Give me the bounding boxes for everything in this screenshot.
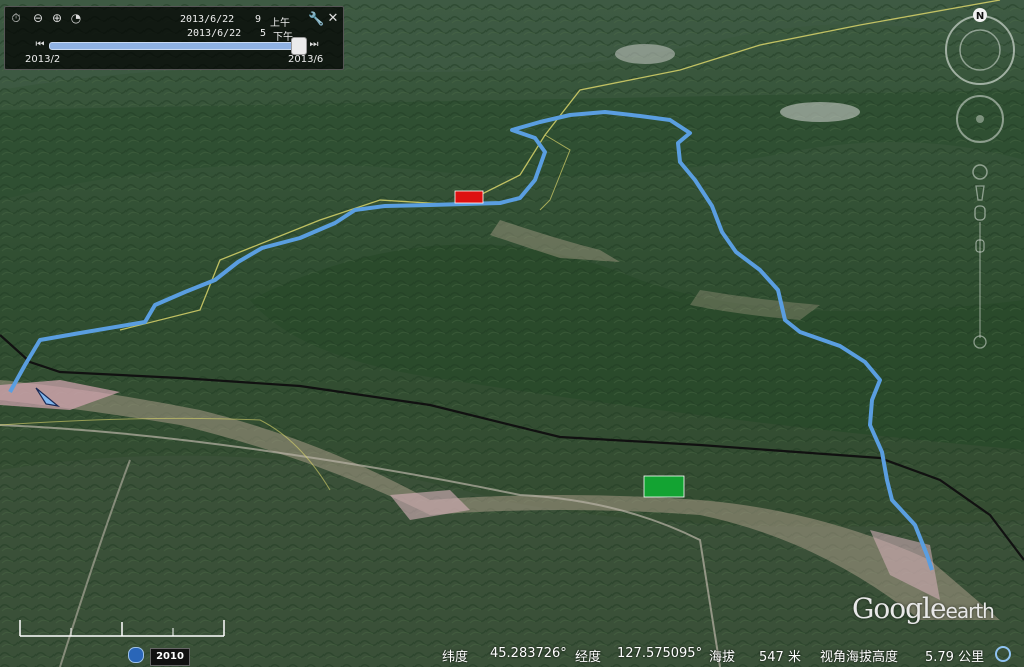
end-hour: 5 — [260, 28, 267, 39]
streaming-indicator-icon — [995, 646, 1011, 662]
watermark-product: earth — [945, 599, 995, 623]
compass-control[interactable]: N — [942, 6, 1018, 86]
altitude-label: 海拔 — [709, 650, 736, 665]
end-date: 2013/6/22 — [187, 28, 242, 39]
watermark-brand: Google — [852, 592, 947, 625]
time-slider-panel: ⏱ ⊖ ⊕ ◔ 2013/6/22 9 上午 2013/6/22 5 下午 🔧 … — [4, 6, 344, 70]
range-start-label: 2013/2 — [25, 54, 61, 65]
imagery-date-icon — [128, 647, 144, 663]
north-label: N — [976, 11, 984, 22]
scale-bar — [19, 620, 225, 637]
latitude-label: 纬度 — [442, 650, 469, 665]
longitude-value: 127.575095° — [617, 646, 703, 661]
start-date: 2013/6/22 — [180, 14, 235, 25]
terrain-view[interactable] — [0, 0, 1024, 667]
google-earth-watermark: Googleearth — [852, 592, 995, 625]
zoom-out-time-icon[interactable]: ⊖ — [31, 11, 45, 25]
zoom-slider[interactable] — [970, 160, 990, 350]
start-hour: 9 — [255, 14, 262, 25]
close-icon[interactable]: ✕ — [326, 12, 340, 26]
range-end-label: 2013/6 — [288, 54, 324, 65]
skip-back-icon[interactable]: ⏮ — [33, 38, 47, 52]
zoom-in-time-icon[interactable]: ⊕ — [50, 11, 64, 25]
start-marker — [454, 190, 484, 204]
look-control[interactable] — [955, 94, 1005, 144]
end-period: 下午 — [273, 32, 293, 43]
end-marker — [643, 475, 685, 498]
eye-altitude-label: 视角海拔高度 — [820, 650, 899, 665]
time-settings-icon[interactable]: ◔ — [69, 11, 83, 25]
time-slider-track[interactable] — [49, 42, 303, 50]
time-slider-thumb[interactable] — [291, 37, 307, 55]
skip-forward-icon[interactable]: ⏭ — [307, 38, 321, 52]
latitude-value: 45.283726° — [490, 646, 567, 661]
eye-altitude-value: 5.79 公里 — [925, 650, 985, 665]
longitude-label: 经度 — [575, 650, 602, 665]
start-period: 上午 — [270, 18, 290, 29]
imagery-year-badge: 2010 — [150, 648, 190, 666]
clock-icon[interactable]: ⏱ — [9, 11, 23, 25]
wrench-icon[interactable]: 🔧 — [308, 13, 324, 27]
altitude-value: 547 米 — [759, 650, 801, 665]
